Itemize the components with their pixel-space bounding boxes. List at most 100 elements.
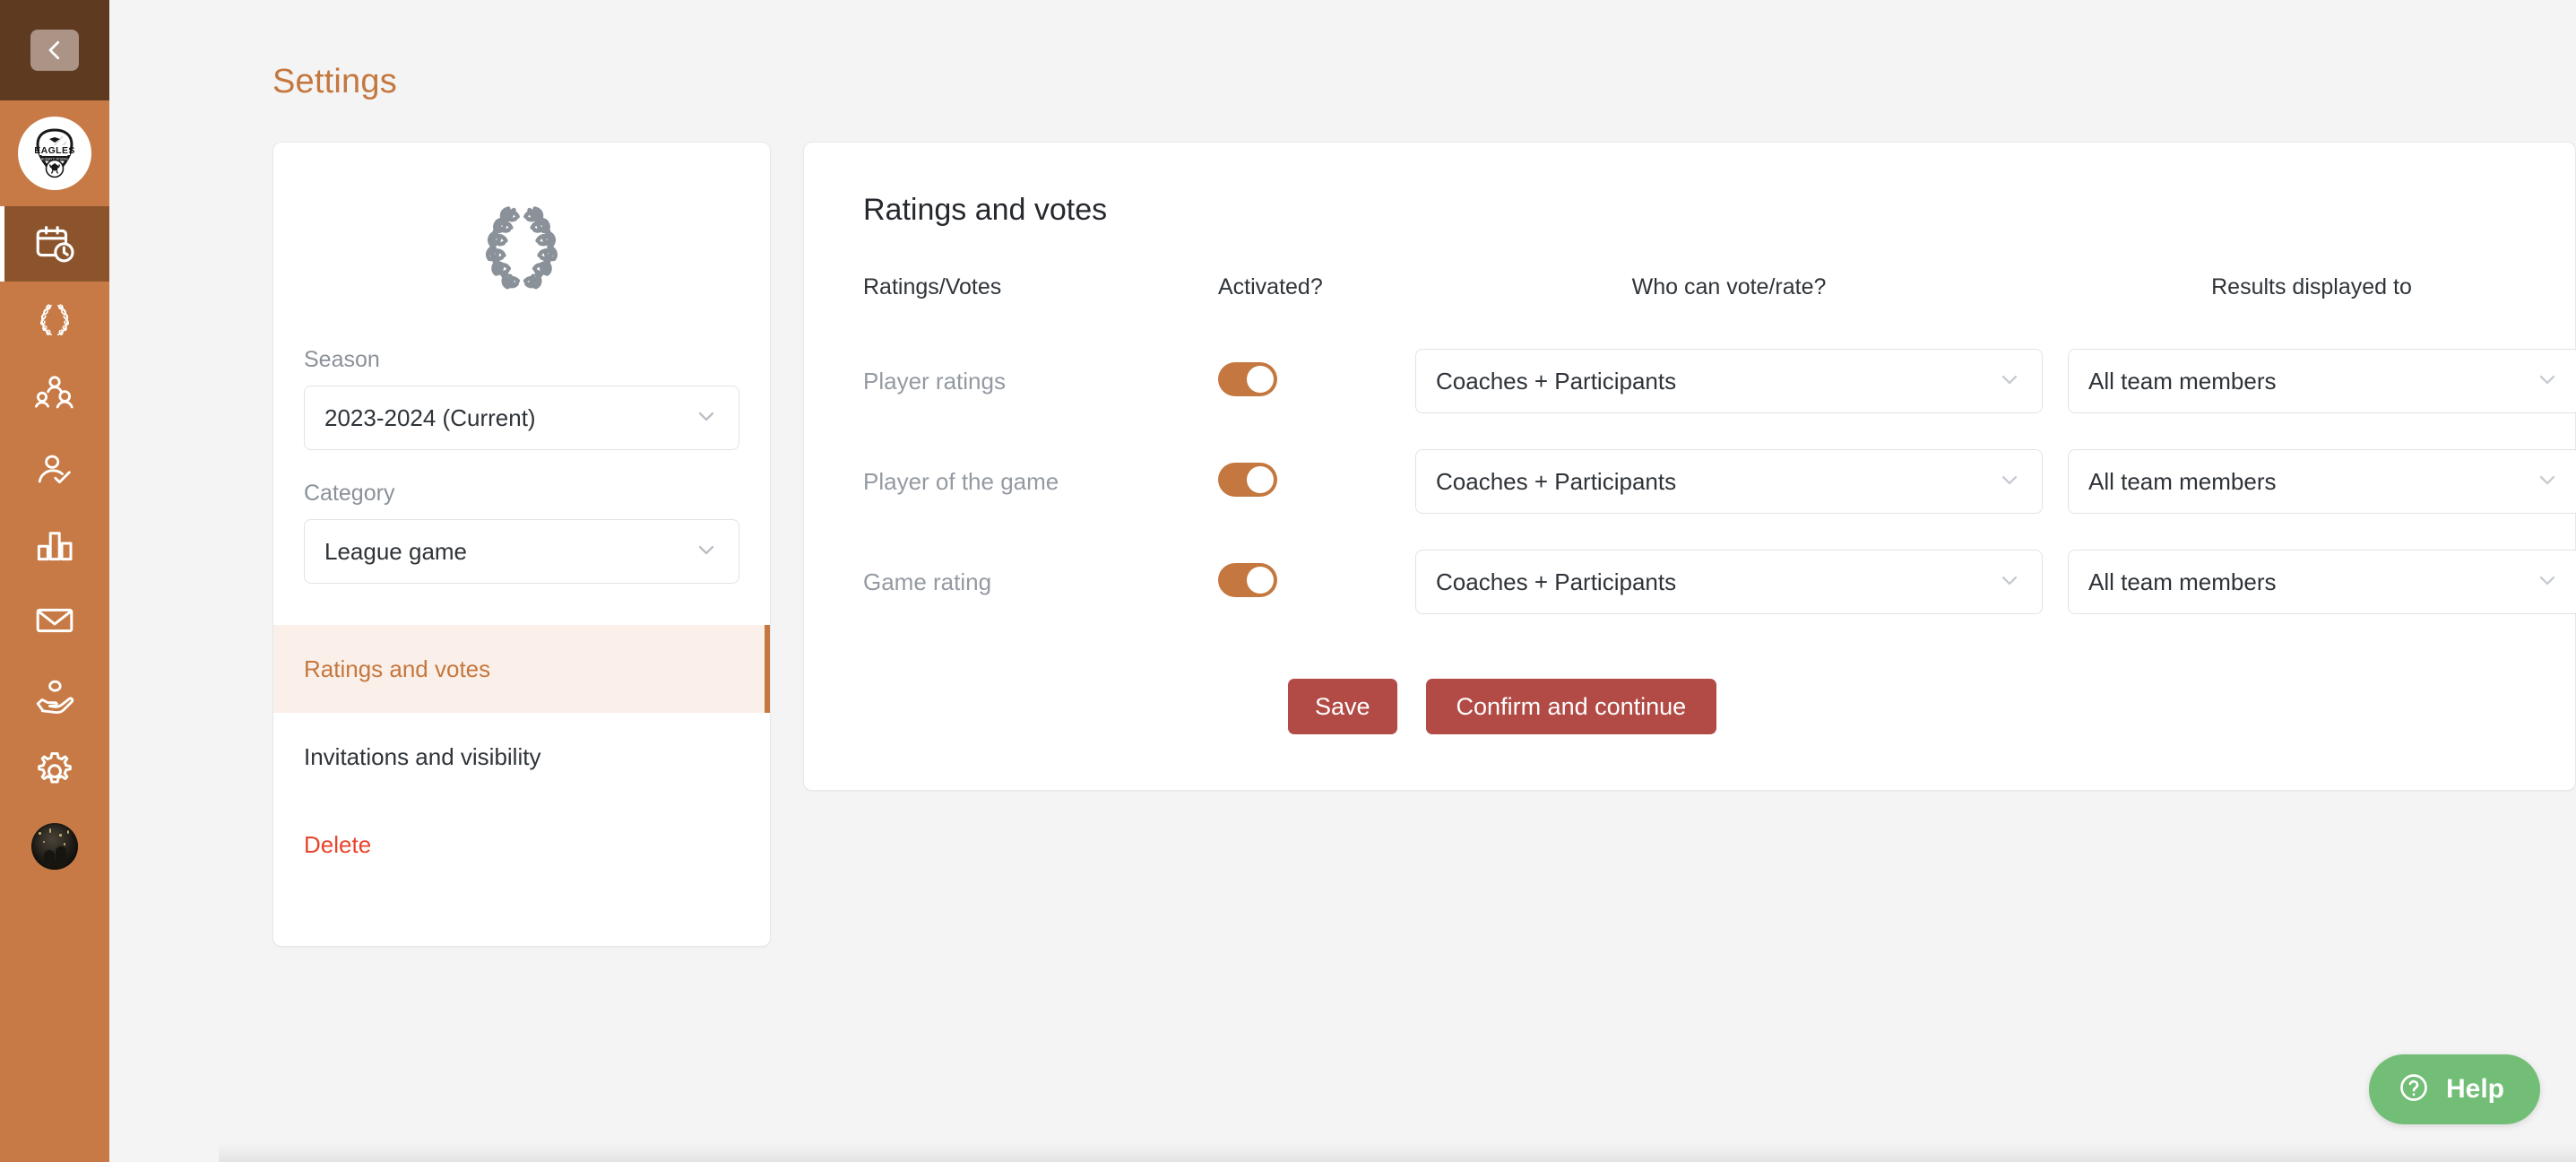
toggle-player-ratings[interactable] <box>1218 361 1277 396</box>
sidebar-item-competitions[interactable] <box>0 282 109 357</box>
toggle-player-of-the-game[interactable] <box>1218 462 1277 497</box>
row-who-cell: Coaches + Participants <box>1415 431 2043 532</box>
who-value: Coaches + Participants <box>1436 367 1677 395</box>
who-value: Coaches + Participants <box>1436 467 1677 495</box>
category-value: League game <box>324 537 468 565</box>
app-root: EAGLES ALWAYS RISING Settings Season 202… <box>0 0 2576 1162</box>
results-value: All team members <box>2088 467 2277 495</box>
row-results-cell: All team members <box>2043 331 2576 431</box>
category-label: Category <box>304 481 395 506</box>
menu-item-label: Invitations and visibility <box>304 742 541 770</box>
menu-item-ratings-and-votes[interactable]: Ratings and votes <box>273 625 770 713</box>
who-value: Coaches + Participants <box>1436 568 1677 595</box>
settings-left-panel: Season 2023-2024 (Current) Category Leag… <box>272 142 771 947</box>
row-label-player-of-the-game: Player of the game <box>863 467 1059 495</box>
left-panel-spacer <box>273 889 770 946</box>
sidebar-item-attendance[interactable] <box>0 432 109 507</box>
content-row: Season 2023-2024 (Current) Category Leag… <box>272 142 2576 947</box>
row-label-game-rating: Game rating <box>863 568 992 595</box>
group-people-icon <box>33 373 76 416</box>
sidebar-item-payments[interactable] <box>0 658 109 733</box>
season-field: Season 2023-2024 (Current) <box>273 347 770 450</box>
results-value: All team members <box>2088 568 2277 595</box>
sidebar-item-profile[interactable] <box>0 809 109 884</box>
toggle-knob <box>1247 566 1274 594</box>
column-header-who: Who can vote/rate? <box>1631 274 1827 299</box>
gear-icon <box>32 749 77 793</box>
menu-item-label: Ratings and votes <box>304 655 491 682</box>
results-select-game-rating[interactable]: All team members <box>2068 550 2576 614</box>
svg-text:EAGLES: EAGLES <box>34 145 75 156</box>
sidebar-item-schedule[interactable] <box>0 206 109 282</box>
chevron-down-icon <box>1997 467 2022 497</box>
chevron-down-icon <box>2535 568 2560 597</box>
results-select-player-of-the-game[interactable]: All team members <box>2068 449 2576 514</box>
team-logo-mark: EAGLES ALWAYS RISING <box>34 128 75 178</box>
toggle-knob <box>1247 465 1274 493</box>
panel-title: Ratings and votes <box>863 193 1108 227</box>
confirm-and-continue-button[interactable]: Confirm and continue <box>1425 679 1717 734</box>
who-select-player-ratings[interactable]: Coaches + Participants <box>1415 349 2043 413</box>
row-who-cell: Coaches + Participants <box>1415 331 2043 431</box>
results-select-player-ratings[interactable]: All team members <box>2068 349 2576 413</box>
toggle-game-rating[interactable] <box>1218 562 1277 597</box>
column-header-name: Ratings/Votes <box>863 274 1002 299</box>
season-value: 2023-2024 (Current) <box>324 403 536 431</box>
row-label-player-ratings: Player ratings <box>863 367 1006 395</box>
who-select-player-of-the-game[interactable]: Coaches + Participants <box>1415 449 2043 514</box>
chevron-down-icon <box>694 403 719 433</box>
chevron-left-icon <box>41 37 68 64</box>
chevron-down-icon <box>694 537 719 567</box>
emblem-box <box>273 143 770 333</box>
row-toggle-cell <box>1218 344 1415 419</box>
results-value: All team members <box>2088 367 2277 395</box>
chevron-down-icon <box>2535 367 2560 396</box>
category-field: Category League game <box>273 481 770 584</box>
person-check-icon <box>33 448 76 491</box>
user-avatar <box>31 823 78 870</box>
sidebar-item-messages[interactable] <box>0 583 109 658</box>
ratings-table: Ratings/Votes Activated? Who can vote/ra… <box>863 274 2576 632</box>
sidebar-collapse-button[interactable] <box>30 30 79 71</box>
ratings-and-votes-panel: Ratings and votes Ratings/Votes Activate… <box>803 142 2576 791</box>
who-select-game-rating[interactable]: Coaches + Participants <box>1415 550 2043 614</box>
season-select[interactable]: 2023-2024 (Current) <box>304 386 739 450</box>
row-who-cell: Coaches + Participants <box>1415 532 2043 632</box>
laurel-wreath-icon <box>464 190 579 300</box>
action-buttons: Save Confirm and continue <box>863 679 2516 734</box>
sidebar-item-settings[interactable] <box>0 733 109 809</box>
calendar-clock-icon <box>32 221 77 266</box>
sidebar: EAGLES ALWAYS RISING <box>0 0 109 1162</box>
hand-coin-icon <box>33 674 76 717</box>
sidebar-item-teams[interactable] <box>0 357 109 432</box>
save-button[interactable]: Save <box>1288 679 1397 734</box>
envelope-icon <box>33 599 76 642</box>
chevron-down-icon <box>2535 467 2560 497</box>
chevron-down-icon <box>1997 568 2022 597</box>
laurel-wreath-icon <box>34 299 75 340</box>
toggle-knob <box>1247 365 1274 393</box>
team-logo-wrap[interactable]: EAGLES ALWAYS RISING <box>0 100 109 206</box>
row-toggle-cell <box>1218 445 1415 519</box>
column-header-activated: Activated? <box>1218 274 1323 299</box>
category-select[interactable]: League game <box>304 519 739 584</box>
main-content: Settings Season 2023-2024 (Current) Cate… <box>109 0 2576 1162</box>
team-logo: EAGLES ALWAYS RISING <box>18 117 91 190</box>
question-circle-icon <box>2398 1071 2430 1108</box>
column-header-results: Results displayed to <box>2211 274 2412 299</box>
help-widget[interactable]: Help <box>2368 1054 2540 1124</box>
row-toggle-cell <box>1218 545 1415 620</box>
menu-item-invitations-and-visibility[interactable]: Invitations and visibility <box>273 713 770 801</box>
row-results-cell: All team members <box>2043 532 2576 632</box>
sidebar-item-statistics[interactable] <box>0 507 109 583</box>
chevron-down-icon <box>1997 367 2022 396</box>
help-label: Help <box>2445 1074 2504 1104</box>
bar-chart-icon <box>33 524 76 567</box>
row-results-cell: All team members <box>2043 431 2576 532</box>
bottom-shadow <box>219 1142 2576 1162</box>
season-label: Season <box>304 347 380 372</box>
page-title: Settings <box>272 63 397 100</box>
menu-item-delete[interactable]: Delete <box>273 801 770 889</box>
settings-menu: Ratings and votes Invitations and visibi… <box>273 625 770 889</box>
sidebar-header <box>0 0 109 100</box>
